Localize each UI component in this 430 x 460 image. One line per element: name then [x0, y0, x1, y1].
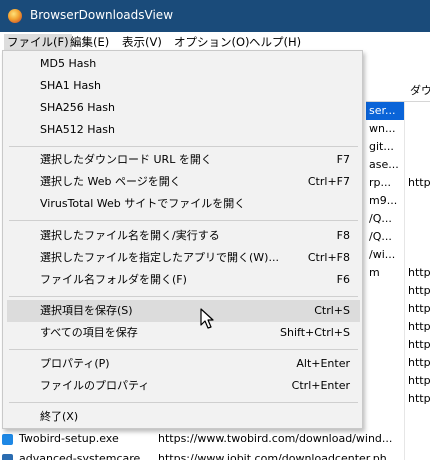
mouse-cursor-icon	[200, 308, 214, 329]
menu-bar: ファイル(F) 編集(E) 表示(V) オプション(O) ヘルプ(H)	[0, 32, 430, 52]
app-icon	[8, 9, 22, 23]
file-name: advanced-systemcare...	[19, 452, 150, 460]
file-name: Twobird-setup.exe	[19, 432, 119, 445]
cell-source: ase...	[369, 158, 399, 171]
menu-view[interactable]: 表示(V)	[119, 34, 165, 51]
table-row[interactable]: Twobird-setup.exe https://www.twobird.co…	[0, 428, 430, 450]
column-header[interactable]	[366, 80, 404, 102]
menu-item-open-url[interactable]: 選択したダウンロード URL を開く F7	[7, 149, 360, 171]
cell-url	[404, 228, 430, 246]
menu-help[interactable]: ヘルプ(H)	[246, 34, 304, 51]
cell-source	[366, 318, 404, 336]
title-bar: BrowserDownloadsView	[0, 0, 430, 32]
cell-url	[404, 192, 430, 210]
menu-item-file-properties[interactable]: ファイルのプロパティ Ctrl+Enter	[7, 375, 360, 397]
file-menu-dropdown: MD5 Hash SHA1 Hash SHA256 Hash SHA512 Ha…	[2, 50, 363, 429]
menu-separator	[9, 402, 358, 403]
cell-source: /Q...	[369, 230, 392, 243]
cell-url: http	[408, 356, 430, 369]
cell-source: wn...	[369, 122, 396, 135]
cell-source: m	[369, 266, 380, 279]
menu-item-open-with[interactable]: 選択したファイルを指定したアプリで開く(W)... Ctrl+F8	[7, 247, 360, 269]
cell-url: http	[408, 320, 430, 333]
menu-file[interactable]: ファイル(F)	[4, 34, 72, 51]
cell-source	[366, 282, 404, 300]
cell-url	[404, 102, 430, 120]
file-icon	[2, 433, 13, 445]
menu-separator	[9, 220, 358, 221]
cell-source	[366, 300, 404, 318]
table-row[interactable]: advanced-systemcare... https://www.iobit…	[0, 448, 430, 460]
cell-source	[366, 354, 404, 372]
download-url: https://www.iobit.com/downloadcenter.ph.…	[158, 452, 398, 460]
cell-url	[404, 138, 430, 156]
menu-item-virustotal[interactable]: VirusTotal Web サイトでファイルを開く	[7, 193, 360, 215]
cell-source	[366, 336, 404, 354]
cell-url: http	[408, 392, 430, 405]
cell-url: http	[408, 176, 430, 189]
cell-url	[404, 210, 430, 228]
cell-url	[404, 246, 430, 264]
cell-url	[404, 156, 430, 174]
file-icon	[2, 453, 13, 460]
menu-item-exit[interactable]: 終了(X)	[7, 406, 360, 428]
window-title: BrowserDownloadsView	[30, 8, 174, 22]
cell-source	[366, 372, 404, 390]
menu-item-save-all[interactable]: すべての項目を保存 Shift+Ctrl+S	[7, 322, 360, 344]
cell-source	[366, 390, 404, 408]
menu-edit[interactable]: 編集(E)	[67, 34, 112, 51]
menu-item-open-file[interactable]: 選択したファイル名を開く/実行する F8	[7, 225, 360, 247]
cell-url	[404, 120, 430, 138]
cell-url: http	[408, 284, 430, 297]
download-url: https://www.twobird.com/download/wind...	[158, 432, 393, 445]
menu-item-md5[interactable]: MD5 Hash	[7, 53, 360, 75]
cell-source: rp...	[369, 176, 391, 189]
cell-url: http	[408, 302, 430, 315]
menu-separator	[9, 296, 358, 297]
cell-url: http	[408, 266, 430, 279]
cell-source: git...	[369, 140, 394, 153]
cell-source: m9...	[369, 194, 398, 207]
menu-item-open-webpage[interactable]: 選択した Web ページを開く Ctrl+F7	[7, 171, 360, 193]
cell-source: /wi...	[369, 248, 396, 261]
column-header-download[interactable]: ダウン	[404, 80, 430, 102]
menu-item-properties[interactable]: プロパティ(P) Alt+Enter	[7, 353, 360, 375]
cell-url: http	[408, 374, 430, 387]
cell-url: http	[408, 338, 430, 351]
cell-source: ser...	[366, 102, 404, 120]
menu-options[interactable]: オプション(O)	[171, 34, 253, 51]
menu-separator	[9, 146, 358, 147]
menu-item-sha1[interactable]: SHA1 Hash	[7, 75, 360, 97]
menu-item-save-selected[interactable]: 選択項目を保存(S) Ctrl+S	[7, 300, 360, 322]
menu-item-open-folder[interactable]: ファイル名フォルダを開く(F) F6	[7, 269, 360, 291]
menu-item-sha256[interactable]: SHA256 Hash	[7, 97, 360, 119]
menu-separator	[9, 349, 358, 350]
cell-source: /Q...	[369, 212, 392, 225]
menu-item-sha512[interactable]: SHA512 Hash	[7, 119, 360, 141]
